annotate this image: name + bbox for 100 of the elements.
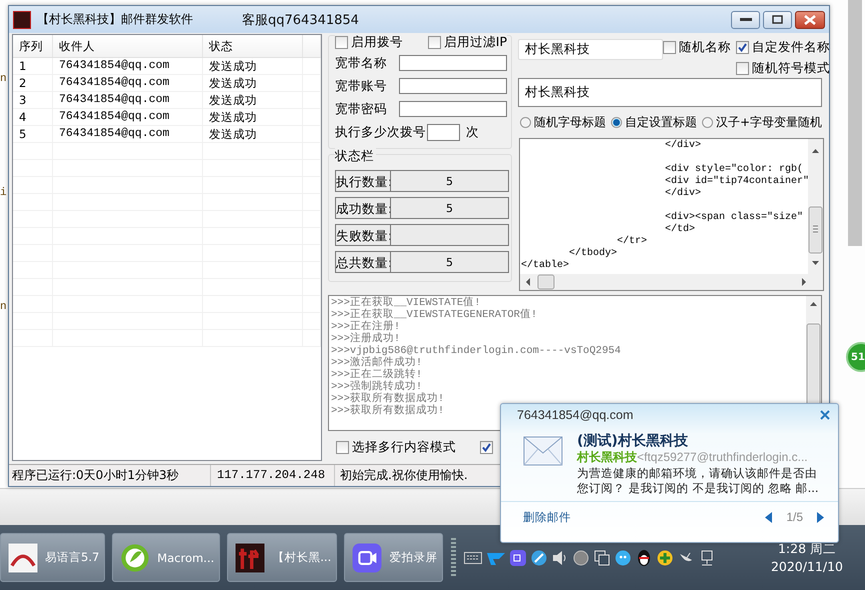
sender-name: 村长黑科技 [577,450,637,464]
input-field[interactable] [399,78,507,94]
field-label: 宽带账号 [335,78,387,94]
sender-name-field[interactable]: 村长黑科技 [518,39,663,60]
checkbox[interactable] [428,36,441,49]
bubble-icon[interactable] [615,550,632,566]
status-text: 程序已运行:0天0小时1分钟3秒 [9,465,211,486]
sender-address: <ftqz59277@truthfinderlogin.c... [637,450,808,464]
column-header[interactable]: 收件人 [53,35,203,57]
next-icon[interactable] [817,512,824,522]
log-line: >>>获取所有数据成功! [331,405,444,417]
table-cell: 764341854@qq.com [53,75,203,91]
log-line: >>>获取所有数据成功! [331,393,444,405]
penguin-icon[interactable] [636,548,652,566]
app-logo-icon [8,543,38,572]
radio-label[interactable]: 自定设置标题 [625,114,697,132]
mail-subject[interactable]: (测试)村长黑科技 [577,432,827,450]
input-field[interactable] [399,101,507,117]
network-icon[interactable] [699,550,716,566]
round-badge-icon[interactable] [573,550,590,566]
table-cell: 5 [13,126,53,142]
status-text: 初始完成.祝你使用愉快. [339,467,468,484]
windows-icon[interactable] [594,550,610,566]
clock-date: 2020/11/10 [770,558,843,576]
plus-icon[interactable] [657,550,674,566]
counter-badge: 51 [846,342,865,372]
table-cell: 764341854@qq.com [53,58,203,74]
radio-button[interactable] [702,117,713,128]
stat-value: 5 [390,170,509,192]
delete-mail-link[interactable]: 删除邮件 [523,510,571,524]
background-text: i [0,186,8,200]
close-button[interactable] [795,10,825,28]
subject-field[interactable]: 村长黑科技 [518,78,822,108]
app-logo-icon [236,543,265,572]
html-editor[interactable]: </div> <div style="color: rgb( <div id="tip74container" </div> <div><span class="size" </td> </tr> </tbody> </table> [519,138,824,291]
table-cell: 发送成功 [203,109,303,125]
radio-label[interactable]: 随机字母标题 [534,114,606,132]
table-cell: 发送成功 [203,75,303,91]
radio-button[interactable] [611,117,622,128]
column-header[interactable]: 状态 [203,35,303,57]
status-text: 117.177.204.248 [211,465,335,486]
table-cell: 2 [13,75,53,91]
log-line: >>>正在获取__VIEWSTATE值! [331,297,481,309]
vertical-scrollbar[interactable] [808,139,823,274]
checkbox[interactable] [736,41,749,54]
stat-value: 5 [390,197,509,219]
checkbox-label[interactable]: 启用过滤IP [444,34,507,51]
unit-label: 次 [466,124,479,140]
log-line: >>>注册成功! [331,333,400,345]
maximize-button[interactable] [763,10,792,28]
close-icon [804,14,816,24]
checkbox-label[interactable]: 随机符号模式 [752,60,830,77]
log-line: >>>激活邮件成功! [331,357,422,369]
table-cell: 764341854@qq.com [53,126,203,142]
input-field[interactable] [399,55,507,71]
leaf-logo-icon [120,543,150,572]
clock-time: 1:28 周二 [778,540,836,558]
table-cell: 发送成功 [203,92,303,108]
table-cell: 发送成功 [203,126,303,142]
speaker-icon[interactable] [552,550,568,566]
taskbar-label: 【村长黑... [272,550,332,565]
checkbox[interactable] [480,440,493,454]
taskbar-label: 易语言5.7 [45,550,100,565]
taskbar-label: Macrom... [157,550,214,564]
maximize-icon [772,15,783,24]
log-line: >>>vjpbig586@truthfinderlogin.com----vsToQ2954 [331,345,621,357]
previous-icon[interactable] [765,512,772,522]
taskbar-label: 爱拍录屏 [389,550,438,565]
table-cell: 3 [13,92,53,108]
checkbox-label[interactable]: 自定发件名称 [752,39,830,56]
checkbox[interactable] [736,62,749,75]
checkbox-label[interactable]: 选择多行内容模式 [352,438,456,456]
checkbox-label[interactable]: 随机名称 [679,39,731,56]
code-text: </div> <div style="color: rgb( <div id="tip74container" </div> <div><span class="size" </td> </tr> </tbody> </table> [520,139,808,273]
column-header[interactable]: 序列 [13,35,53,57]
clock[interactable]: 1:28 周二 2020/11/10 [770,540,843,576]
minimize-icon [740,18,752,22]
horizontal-scrollbar[interactable] [520,274,823,290]
field-label: 执行多少次拨号 [335,124,426,140]
radio-label[interactable]: 汉子+字母变量随机 [716,114,822,132]
input-field[interactable] [427,124,460,140]
window-title: 【村长黑科技】邮件群发软件 [37,11,194,28]
close-icon[interactable] [820,410,830,420]
minimize-button[interactable] [731,10,760,28]
radio-button[interactable] [520,117,531,128]
taskbar-grip [451,538,456,578]
checkbox[interactable] [335,36,348,49]
checkbox[interactable] [663,41,676,54]
log-line: >>>正在注册! [331,321,400,333]
group-title: 状态栏 [335,148,376,165]
checkbox-label[interactable]: 启用拨号 [351,34,403,51]
mail-preview: 为营造健康的邮箱环境，请确认该邮件是否由您订阅？ 是我订阅的 不是我订阅的 忽略 邮... [577,466,820,496]
app-icon [13,10,31,28]
keyboard-icon[interactable] [464,552,482,564]
table-cell: 4 [13,109,53,125]
field-label: 宽带名称 [335,54,387,72]
envelope-icon [523,436,563,466]
checkbox[interactable] [336,440,349,454]
log-line: >>>正在二级跳转! [331,369,422,381]
background-text: n [0,300,8,314]
